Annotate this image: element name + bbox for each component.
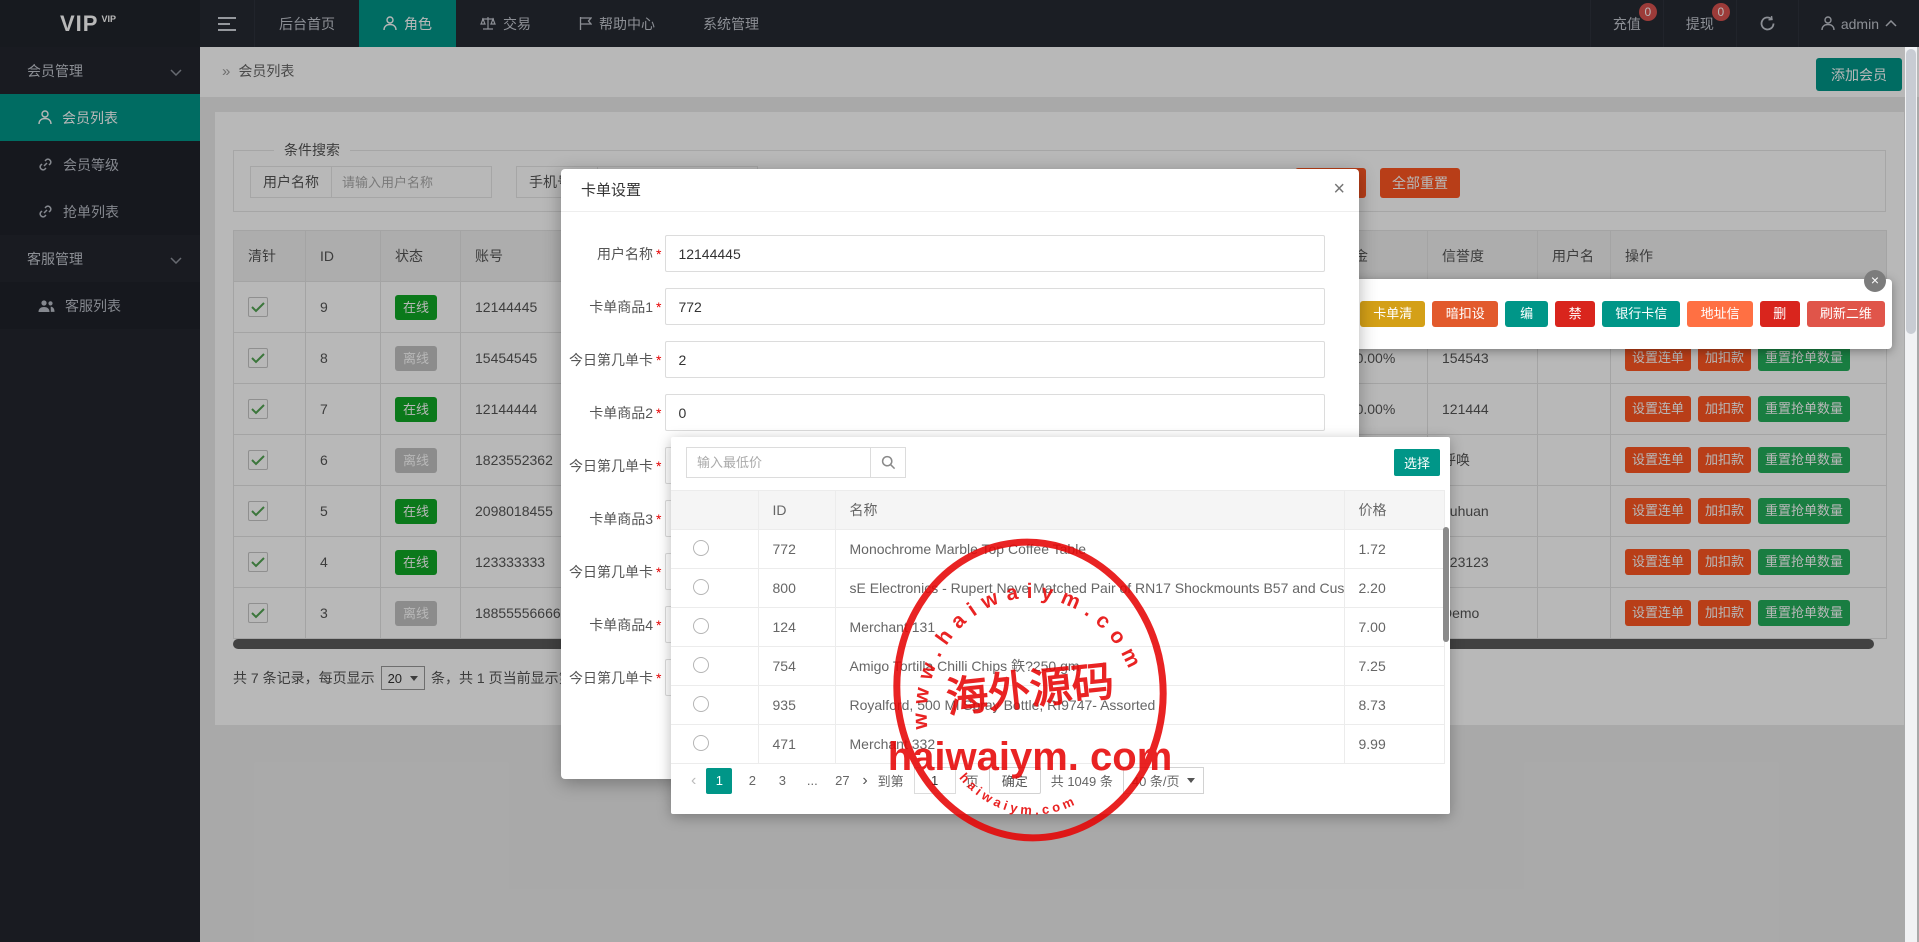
field-label: 今日第几单卡 bbox=[561, 456, 653, 476]
header-product-id: ID bbox=[758, 491, 835, 530]
delete-button[interactable]: 删除 bbox=[1760, 301, 1800, 327]
edit-button[interactable]: 编 辑 bbox=[1505, 301, 1548, 327]
field-label: 今日第几单卡 bbox=[561, 350, 653, 370]
page-scrollbar-thumb[interactable] bbox=[1906, 49, 1916, 334]
total-count-text: 共 1049 条 bbox=[1051, 771, 1113, 790]
header-radio bbox=[671, 491, 758, 530]
product-row[interactable]: 772 Monochrome Marble Top Coffee Table 1… bbox=[671, 530, 1444, 569]
page-ellipsis: ... bbox=[802, 773, 822, 788]
header-product-price: 价格 bbox=[1344, 491, 1444, 530]
search-icon bbox=[881, 455, 896, 470]
field-label: 卡单商品3 bbox=[561, 509, 653, 529]
field-label: 卡单商品2 bbox=[561, 403, 653, 423]
field-label: 卡单商品4 bbox=[561, 615, 653, 635]
next-page-icon[interactable]: › bbox=[862, 772, 867, 790]
product-radio[interactable] bbox=[693, 579, 709, 595]
page-number-current[interactable]: 1 bbox=[706, 768, 732, 794]
goto-unit: 页 bbox=[966, 771, 979, 790]
product-header-row: ID 名称 价格 bbox=[671, 491, 1444, 530]
card-order-clear-button[interactable]: 卡单清针 bbox=[1360, 301, 1425, 327]
product-radio[interactable] bbox=[693, 540, 709, 556]
product-picker-popup: 选择 ID 名称 价格 772 Monochrome Marble Top Co… bbox=[671, 437, 1450, 814]
page-scrollbar bbox=[1905, 47, 1917, 942]
address-info-button[interactable]: 地址信息 bbox=[1687, 301, 1752, 327]
refresh-qrcode-button[interactable]: 刷新二维码 bbox=[1807, 301, 1885, 327]
product-radio[interactable] bbox=[693, 618, 709, 634]
page-number[interactable]: 2 bbox=[742, 773, 762, 788]
product-row[interactable]: 471 Merchant 332 9.99 bbox=[671, 725, 1444, 764]
header-product-name: 名称 bbox=[835, 491, 1344, 530]
disable-button[interactable]: 禁用 bbox=[1555, 301, 1595, 327]
card-product-2-field[interactable] bbox=[665, 394, 1325, 431]
card-product-1-field[interactable] bbox=[665, 288, 1325, 325]
per-page-select[interactable]: 40 条/页 bbox=[1123, 767, 1204, 794]
modal-title: 卡单设置 bbox=[561, 169, 1359, 212]
page-number[interactable]: 3 bbox=[772, 773, 792, 788]
goto-page-input[interactable] bbox=[914, 767, 956, 794]
picker-scrollbar-thumb[interactable] bbox=[1443, 527, 1449, 642]
goto-confirm-button[interactable]: 确定 bbox=[989, 767, 1041, 794]
picker-pagination: ‹ 1 2 3 ... 27 › 到第 页 确定 共 1049 条 40 条/页 bbox=[691, 767, 1204, 794]
chevron-down-icon bbox=[1187, 778, 1195, 783]
hidden-deduct-button[interactable]: 暗扣设置 bbox=[1432, 301, 1497, 327]
min-price-input[interactable] bbox=[686, 447, 871, 478]
product-row[interactable]: 124 Merchant 131 7.00 bbox=[671, 608, 1444, 647]
product-row[interactable]: 935 Royalford, 500 Ml Spray Bottle, Rf97… bbox=[671, 686, 1444, 725]
modal-close-icon[interactable]: × bbox=[1333, 178, 1345, 201]
product-table: ID 名称 价格 772 Monochrome Marble Top Coffe… bbox=[671, 490, 1445, 764]
product-row[interactable]: 800 sE Electronics - Rupert Neve Matched… bbox=[671, 569, 1444, 608]
today-order-1-field[interactable] bbox=[665, 341, 1325, 378]
search-button[interactable] bbox=[871, 447, 906, 478]
product-radio[interactable] bbox=[693, 696, 709, 712]
prev-page-icon[interactable]: ‹ bbox=[691, 772, 696, 790]
field-label: 用户名称 bbox=[561, 244, 653, 264]
field-label: 今日第几单卡 bbox=[561, 668, 653, 688]
field-label: 卡单商品1 bbox=[561, 297, 653, 317]
bank-card-info-button[interactable]: 银行卡信息 bbox=[1602, 301, 1680, 327]
product-radio[interactable] bbox=[693, 657, 709, 673]
field-label: 今日第几单卡 bbox=[561, 562, 653, 582]
product-radio[interactable] bbox=[693, 735, 709, 751]
row-actions-popover: 卡单清针 暗扣设置 编 辑 禁用 银行卡信息 地址信息 删除 刷新二维码 × bbox=[1347, 279, 1892, 349]
product-row[interactable]: 754 Amigo Tortilla Chilli Chips 鉃?250 gm… bbox=[671, 647, 1444, 686]
goto-label: 到第 bbox=[878, 771, 904, 790]
popover-close-icon[interactable]: × bbox=[1864, 270, 1886, 292]
page-number[interactable]: 27 bbox=[832, 773, 852, 788]
select-product-button[interactable]: 选择 bbox=[1394, 449, 1440, 476]
username-field[interactable] bbox=[665, 235, 1325, 272]
